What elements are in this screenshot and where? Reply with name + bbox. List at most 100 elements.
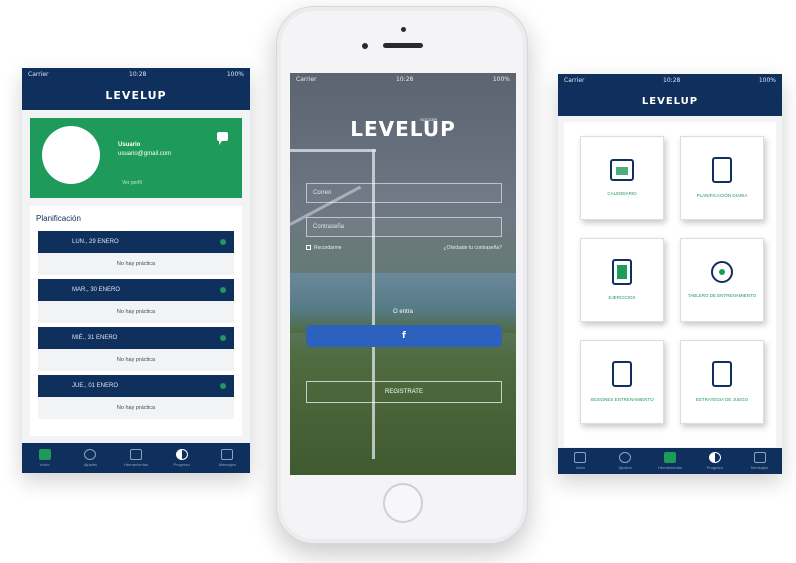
inbox-icon	[753, 452, 766, 463]
tab-progress[interactable]: Progreso	[695, 452, 735, 470]
tab-tools[interactable]: Herramientas	[650, 452, 690, 470]
wrench-icon	[663, 452, 676, 463]
day-empty-text: No hay práctica	[38, 301, 234, 323]
status-bar: Carrier 10:28 100%	[22, 68, 250, 80]
day-label: LUN., 29 ENERO	[72, 239, 119, 245]
app-logo: LEVELUP	[105, 88, 167, 102]
profile-card[interactable]: Usuario usuario@gmail.com Ver perfil	[30, 118, 242, 198]
tile-exercises[interactable]: EJERCICIOS	[580, 238, 664, 322]
forgot-password-link[interactable]: ¿Olvidaste tu contraseña?	[444, 245, 502, 251]
tile-calendar[interactable]: CALENDARIO	[580, 136, 664, 220]
day-row[interactable]: LUN., 29 ENERO	[38, 231, 234, 253]
day-empty-text: No hay práctica	[38, 349, 234, 371]
camera-icon	[401, 27, 406, 32]
app-bar: Carrier 10:28 100% LEVELUP	[558, 74, 782, 116]
status-time: 10:28	[663, 76, 681, 84]
tab-bar: Inicio Ajustes Herramientas Progreso Men…	[22, 443, 250, 473]
planning-panel: Planificación LUN., 29 ENERO No hay prác…	[30, 206, 242, 436]
register-button[interactable]: REGISTRATE	[306, 381, 502, 403]
facebook-login-button[interactable]: f	[306, 325, 502, 347]
inbox-icon	[221, 449, 234, 460]
or-text: O entra	[392, 309, 413, 315]
tile-training-board[interactable]: TABLERO DE ENTRENAMIENTO	[680, 238, 764, 322]
day-empty-text: No hay práctica	[38, 253, 234, 275]
day-label: JUE., 01 ENERO	[72, 383, 119, 389]
menu-screen: Carrier 10:28 100% LEVELUP CALENDARIO PL…	[558, 74, 782, 474]
clipboard-icon	[712, 157, 732, 183]
gear-icon	[84, 449, 97, 460]
front-camera-icon	[362, 43, 368, 49]
email-field[interactable]: Correo	[306, 183, 502, 203]
tab-home[interactable]: Inicio	[560, 452, 600, 470]
profile-link[interactable]: Ver perfil	[122, 180, 142, 186]
checkbox-icon[interactable]	[306, 245, 311, 251]
tab-bar: Inicio Ajustes Herramientas Progreso Men…	[558, 448, 782, 474]
status-time: 10:28	[396, 75, 414, 83]
status-battery: 100%	[226, 70, 244, 78]
day-row[interactable]: MIÉ., 31 ENERO	[38, 327, 234, 349]
status-bar: Carrier 10:28 100%	[558, 74, 782, 86]
login-screen: Carrier 10:28 100% LEVELUP SOCCER Correo…	[290, 73, 516, 475]
goal-crossbar	[290, 149, 376, 152]
status-carrier: Carrier	[296, 75, 317, 83]
chart-icon	[175, 449, 188, 460]
day-label: MAR., 30 ENERO	[72, 287, 121, 293]
password-placeholder: Contraseña	[313, 224, 345, 230]
profile-name: Usuario	[118, 142, 141, 148]
tile-game-strategy[interactable]: ESTRATEGIA DE JUEGO	[680, 340, 764, 424]
speaker-grille	[383, 43, 423, 48]
strategy-icon	[712, 361, 732, 387]
tab-messages[interactable]: Mensajes	[740, 452, 780, 470]
chart-icon	[708, 452, 721, 463]
section-title: Planificación	[36, 214, 81, 223]
profile-email: usuario@gmail.com	[118, 151, 172, 157]
tile-daily-planning[interactable]: PLANIFICACIÓN DIARIA	[680, 136, 764, 220]
tab-settings[interactable]: Ajustes	[70, 449, 110, 467]
day-row[interactable]: JUE., 01 ENERO	[38, 375, 234, 397]
login-options: Recordarme ¿Olvidaste tu contraseña?	[306, 245, 502, 251]
login-logo: LEVELUP	[350, 117, 456, 141]
status-bar: Carrier 10:28 100%	[290, 73, 516, 85]
stopwatch-icon	[711, 261, 733, 283]
phone-frame: Carrier 10:28 100% LEVELUP SOCCER Correo…	[276, 6, 528, 544]
day-label: MIÉ., 31 ENERO	[72, 335, 118, 341]
home-button[interactable]	[383, 483, 423, 523]
email-placeholder: Correo	[313, 190, 332, 196]
avatar[interactable]	[42, 126, 100, 184]
tab-tools[interactable]: Herramientas	[116, 449, 156, 467]
tactics-board-icon	[612, 361, 632, 387]
remember-checkbox[interactable]: Recordarme	[306, 245, 342, 251]
tab-home[interactable]: Inicio	[25, 449, 65, 467]
add-icon[interactable]	[220, 335, 226, 341]
day-row[interactable]: MAR., 30 ENERO	[38, 279, 234, 301]
add-icon[interactable]	[220, 287, 226, 293]
app-bar: Carrier 10:28 100% LEVELUP	[22, 68, 250, 110]
status-time: 10:28	[129, 70, 147, 78]
add-icon[interactable]	[220, 383, 226, 389]
tab-settings[interactable]: Ajustes	[605, 452, 645, 470]
add-icon[interactable]	[220, 239, 226, 245]
password-field[interactable]: Contraseña	[306, 217, 502, 237]
status-carrier: Carrier	[564, 76, 585, 84]
tab-progress[interactable]: Progreso	[162, 449, 202, 467]
calendar-icon	[610, 159, 634, 181]
status-carrier: Carrier	[28, 70, 49, 78]
home-icon	[574, 452, 587, 463]
menu-grid: CALENDARIO PLANIFICACIÓN DIARIA EJERCICI…	[564, 122, 776, 447]
status-battery: 100%	[492, 75, 510, 83]
field-icon	[612, 259, 632, 285]
tab-messages[interactable]: Mensajes	[207, 449, 247, 467]
facebook-icon: f	[402, 331, 406, 341]
wrench-icon	[129, 449, 142, 460]
logo-subtitle: SOCCER	[420, 117, 438, 122]
gear-icon	[619, 452, 632, 463]
app-showcase: Carrier 10:28 100% LEVELUP Usuario usuar…	[0, 0, 796, 563]
background-photo	[290, 273, 516, 333]
day-empty-text: No hay práctica	[38, 397, 234, 419]
planning-screen: Carrier 10:28 100% LEVELUP Usuario usuar…	[22, 68, 250, 473]
chat-icon[interactable]	[217, 132, 228, 145]
tile-training-sessions[interactable]: SESIONES ENTRENAMIENTO	[580, 340, 664, 424]
home-icon	[38, 449, 51, 460]
app-logo: LEVELUP	[641, 95, 699, 107]
status-battery: 100%	[758, 76, 776, 84]
